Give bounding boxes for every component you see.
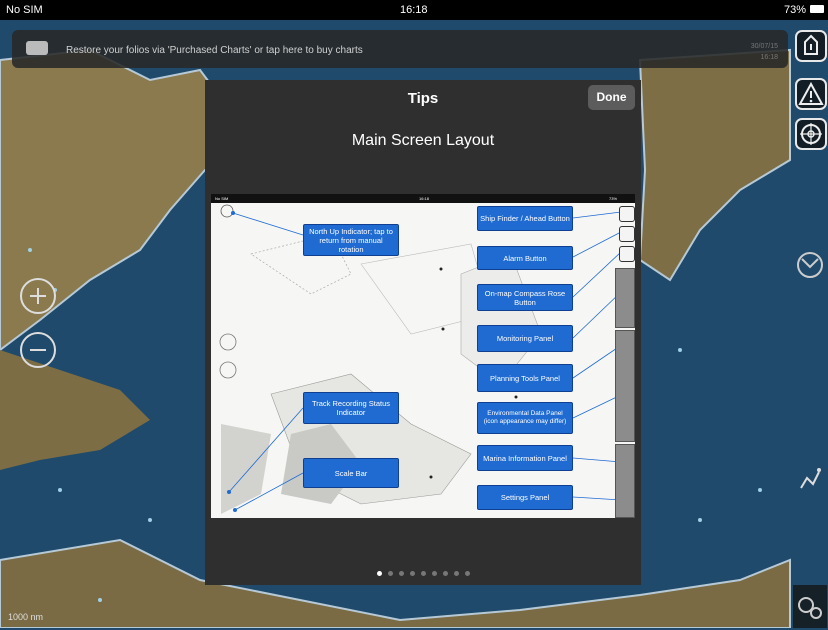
page-dot[interactable] xyxy=(387,571,393,576)
callout-alarm: Alarm Button xyxy=(477,246,573,270)
battery-icon xyxy=(810,5,824,13)
illustration-alarm-button xyxy=(619,226,635,242)
callout-environmental: Environmental Data Panel (icon appearanc… xyxy=(477,402,573,434)
zoom-out-button[interactable] xyxy=(20,332,56,368)
banner-message: Restore your folios via 'Purchased Chart… xyxy=(66,45,363,56)
zoom-in-button[interactable] xyxy=(20,278,56,314)
page-dot[interactable] xyxy=(442,571,448,576)
compass-rose-button[interactable] xyxy=(795,118,827,150)
callout-ship-finder: Ship Finder / Ahead Button xyxy=(477,206,573,231)
banner-timestamp: 30/07/15 16:18 xyxy=(751,41,778,63)
battery-label: 73% xyxy=(784,4,807,16)
page-dot[interactable] xyxy=(453,571,459,576)
page-indicator[interactable] xyxy=(205,563,641,581)
callout-settings: Settings Panel xyxy=(477,485,573,510)
tip-heading: Main Screen Layout xyxy=(351,132,495,149)
chat-bubble-icon xyxy=(26,41,48,55)
scale-label: 1000 nm xyxy=(8,612,44,622)
banner-date: 30/07/15 xyxy=(750,43,778,50)
tip-illustration: No SIM 16:18 73% North Up Indicator; tap… xyxy=(211,194,635,518)
settings-icon xyxy=(798,597,822,619)
callout-monitoring: Monitoring Panel xyxy=(477,325,573,352)
callout-planning: Planning Tools Panel xyxy=(477,364,573,392)
page-dot[interactable] xyxy=(464,571,470,576)
alarm-icon xyxy=(798,81,824,105)
dialog-title: Tips xyxy=(407,90,439,107)
callout-compass-rose: On-map Compass Rose Button xyxy=(477,284,573,311)
illustration-compass-rose-button xyxy=(619,246,635,262)
illustration-settings-panel xyxy=(615,444,635,518)
alarm-button[interactable] xyxy=(795,78,827,110)
scale-bar: 1000 nm xyxy=(8,612,43,622)
carrier-label: No SIM xyxy=(6,4,43,16)
callout-north-up: North Up Indicator; tap to return from m… xyxy=(303,224,399,256)
banner-time: 16:18 xyxy=(760,54,778,61)
callout-scale-bar: Scale Bar xyxy=(303,458,399,488)
settings-panel[interactable] xyxy=(793,585,827,628)
done-button[interactable]: Done xyxy=(588,85,635,110)
page-dot[interactable] xyxy=(431,571,437,576)
ship-finder-icon xyxy=(804,34,818,55)
illustration-ship-finder-button xyxy=(619,206,635,222)
monitoring-icon xyxy=(797,252,823,278)
tips-dialog: Tips Done Main Screen Layout No SIM 16:1… xyxy=(205,80,641,585)
callout-marina: Marina Information Panel xyxy=(477,445,573,471)
page-dot[interactable] xyxy=(409,571,415,576)
ship-finder-button[interactable] xyxy=(795,30,827,62)
status-bar: No SIM 16:18 73% xyxy=(0,0,828,20)
illustration-monitoring-panel xyxy=(615,268,635,328)
callout-track-recording: Track Recording Status Indicator xyxy=(303,392,399,424)
illustration-planning-panel xyxy=(615,330,635,442)
planning-tools-icon xyxy=(800,468,821,489)
page-dot[interactable] xyxy=(420,571,426,576)
page-dot[interactable] xyxy=(376,571,382,576)
restore-folios-banner[interactable]: Restore your folios via 'Purchased Chart… xyxy=(12,30,788,68)
compass-rose-icon xyxy=(800,123,822,145)
page-dot[interactable] xyxy=(398,571,404,576)
clock: 16:18 xyxy=(400,4,428,16)
